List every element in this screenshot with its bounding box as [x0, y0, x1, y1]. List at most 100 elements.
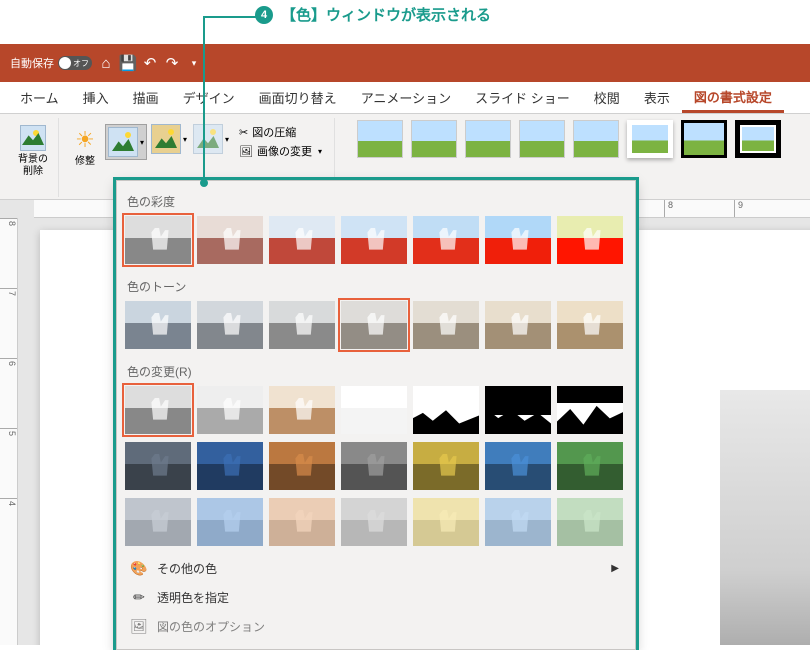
artistic-effects-button[interactable]: ▾ [149, 122, 189, 156]
recolor-option[interactable] [557, 442, 623, 490]
qat-customize-icon[interactable]: ▾ [186, 55, 202, 71]
compress-icon: ✂ [239, 126, 248, 139]
eyedropper-icon: ✏ [131, 590, 147, 606]
tab-animations[interactable]: アニメーション [349, 82, 463, 113]
corrections-icon: ☀ [71, 126, 99, 154]
recolor-option[interactable] [125, 386, 191, 434]
recolor-option[interactable] [125, 498, 191, 546]
recolor-option[interactable] [557, 498, 623, 546]
recolor-option[interactable] [413, 386, 479, 434]
remove-bg-label: 背景の 削除 [18, 154, 48, 178]
home-icon[interactable]: ⌂ [98, 55, 114, 71]
recolor-option[interactable] [341, 386, 407, 434]
chevron-down-icon: ▾ [183, 135, 187, 144]
chevron-right-icon: ▶ [611, 563, 619, 574]
tab-picture-format[interactable]: 図の書式設定 [682, 82, 784, 113]
palette-icon: 🎨 [131, 561, 147, 577]
saturation-row [123, 216, 629, 272]
tone-option[interactable] [413, 301, 479, 349]
color-dropdown-popup: 色の彩度 色のトーン [116, 180, 636, 650]
recolor-row-2 [123, 442, 629, 498]
style-thumb[interactable] [357, 120, 403, 158]
tone-option[interactable] [269, 301, 335, 349]
transparency-button[interactable]: ▾ [191, 122, 231, 156]
tab-transitions[interactable]: 画面切り替え [247, 82, 349, 113]
color-button[interactable]: ▾ [105, 124, 147, 160]
recolor-option[interactable] [557, 386, 623, 434]
tab-draw[interactable]: 描画 [121, 82, 171, 113]
saturation-option[interactable] [269, 216, 335, 264]
tone-option[interactable] [125, 301, 191, 349]
autosave-toggle[interactable]: 自動保存 オフ [10, 55, 92, 71]
recolor-option[interactable] [197, 442, 263, 490]
style-thumb[interactable] [573, 120, 619, 158]
saturation-option[interactable] [413, 216, 479, 264]
recolor-option[interactable] [485, 442, 551, 490]
change-picture-label: 画像の変更 [257, 143, 312, 159]
tab-view[interactable]: 表示 [632, 82, 682, 113]
autosave-label: 自動保存 [10, 55, 54, 71]
picture-color-options-item[interactable]: 🖼 図の色のオプション [123, 612, 629, 641]
ruler-tick: 8 [664, 200, 734, 217]
slide-image[interactable] [720, 390, 810, 645]
style-thumb[interactable] [465, 120, 511, 158]
compress-pictures-button[interactable]: ✂ 図の圧縮 [239, 124, 322, 140]
recolor-option[interactable] [197, 386, 263, 434]
recolor-row-3 [123, 498, 629, 554]
ruler-tick: 8 [0, 218, 17, 288]
tab-insert[interactable]: 挿入 [71, 82, 121, 113]
callout-dot [200, 179, 208, 187]
style-thumb[interactable] [411, 120, 457, 158]
remove-background-button[interactable]: 背景の 削除 [14, 120, 52, 182]
tab-design[interactable]: デザイン [171, 82, 247, 113]
picture-styles-gallery[interactable] [343, 120, 781, 158]
tab-review[interactable]: 校閲 [582, 82, 632, 113]
chevron-down-icon: ▾ [140, 138, 144, 147]
redo-icon[interactable]: ↷ [164, 55, 180, 71]
style-thumb[interactable] [681, 120, 727, 158]
recolor-option[interactable] [413, 498, 479, 546]
section-label-tone: 色のトーン [123, 272, 629, 301]
recolor-option[interactable] [413, 442, 479, 490]
tab-slideshow[interactable]: スライド ショー [463, 82, 582, 113]
tone-option[interactable] [485, 301, 551, 349]
style-thumb[interactable] [735, 120, 781, 158]
corrections-button[interactable]: ☀ 修整 [67, 122, 103, 172]
style-thumb[interactable] [627, 120, 673, 158]
compress-label: 図の圧縮 [252, 124, 296, 140]
callout-line [203, 16, 205, 182]
remove-bg-icon [19, 124, 47, 152]
chevron-down-icon: ▾ [318, 147, 322, 156]
saturation-option[interactable] [197, 216, 263, 264]
tone-option[interactable] [341, 301, 407, 349]
tab-home[interactable]: ホーム [8, 82, 71, 113]
recolor-option[interactable] [485, 498, 551, 546]
change-picture-icon: 🖼 [239, 145, 253, 158]
recolor-option[interactable] [197, 498, 263, 546]
set-transparent-item[interactable]: ✏ 透明色を指定 [123, 583, 629, 612]
saturation-option[interactable] [341, 216, 407, 264]
corrections-label: 修整 [75, 156, 95, 168]
recolor-option[interactable] [341, 498, 407, 546]
tone-option[interactable] [557, 301, 623, 349]
tone-option[interactable] [197, 301, 263, 349]
ruler-tick: 6 [0, 358, 17, 428]
saturation-option[interactable] [557, 216, 623, 264]
change-picture-button[interactable]: 🖼 画像の変更 ▾ [239, 143, 322, 159]
recolor-option[interactable] [269, 442, 335, 490]
saturation-option[interactable] [485, 216, 551, 264]
saturation-option[interactable] [125, 216, 191, 264]
recolor-option[interactable] [341, 442, 407, 490]
callout-step-number: 4 [255, 6, 273, 24]
ruler-tick: 4 [0, 498, 17, 568]
ribbon-group-remove-bg: 背景の 削除 [8, 118, 59, 197]
recolor-option[interactable] [269, 386, 335, 434]
recolor-option[interactable] [485, 386, 551, 434]
save-icon[interactable]: 💾 [120, 55, 136, 71]
style-thumb[interactable] [519, 120, 565, 158]
more-colors-item[interactable]: 🎨 その他の色 ▶ [123, 554, 629, 583]
recolor-option[interactable] [269, 498, 335, 546]
undo-icon[interactable]: ↶ [142, 55, 158, 71]
tone-row [123, 301, 629, 357]
recolor-option[interactable] [125, 442, 191, 490]
